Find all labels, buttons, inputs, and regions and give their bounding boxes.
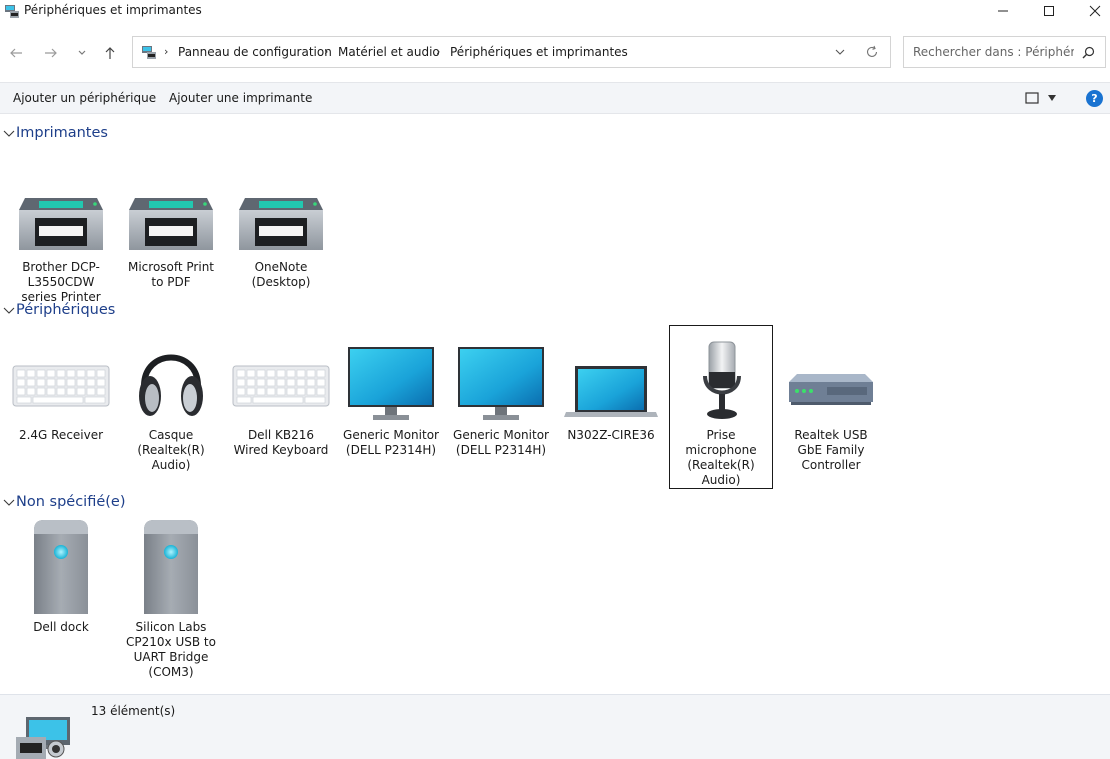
navigation-bar: › Panneau de configuration › Matériel et… <box>0 26 1110 82</box>
device-item-keyboard[interactable]: Dell KB216 Wired Keyboard <box>229 326 333 458</box>
device-tower-icon <box>144 520 198 614</box>
device-label: Realtek USB GbE Family Controller <box>794 428 868 472</box>
arrow-up-icon <box>105 47 115 59</box>
group-header-printers[interactable]: Imprimantes <box>0 122 108 144</box>
devices-printers-icon <box>16 717 70 759</box>
breadcrumb-hardware-sound[interactable]: Matériel et audio <box>338 45 440 59</box>
group-title: Non spécifié(e) <box>16 494 126 510</box>
breadcrumb-control-panel[interactable]: Panneau de configuration <box>178 45 332 59</box>
chevron-down-icon[interactable] <box>833 45 847 59</box>
device-label: N302Z-CIRE36 <box>567 428 655 442</box>
back-button[interactable] <box>5 42 27 64</box>
printer-icon <box>129 198 213 250</box>
network-adapter-icon <box>789 374 873 405</box>
command-bar: Ajouter un périphérique Ajouter une impr… <box>0 82 1110 114</box>
minimize-button[interactable] <box>980 0 1026 22</box>
monitor-icon <box>348 347 434 420</box>
item-count: 13 élément(s) <box>91 704 176 718</box>
search-icon[interactable] <box>1082 46 1095 59</box>
device-item-headphones[interactable]: Casque (Realtek(R) Audio) <box>119 326 223 473</box>
maximize-icon <box>1044 6 1054 16</box>
printer-icon <box>239 198 323 250</box>
search-input[interactable] <box>904 37 1074 67</box>
help-icon[interactable]: ? <box>1086 90 1103 107</box>
keyboard-icon <box>232 365 330 407</box>
group-title: Imprimantes <box>16 125 108 141</box>
device-label: Dell dock <box>33 620 89 634</box>
device-item-monitor[interactable]: Generic Monitor (DELL P2314H) <box>449 326 553 458</box>
microphone-icon <box>703 341 741 419</box>
breadcrumb-separator-icon: › <box>436 45 441 58</box>
devices-printers-icon <box>5 5 19 18</box>
device-item-printer[interactable]: Brother DCP-L3550CDW series Printer <box>9 158 113 305</box>
close-icon <box>1089 5 1101 17</box>
close-button[interactable] <box>1072 0 1110 22</box>
devices-printers-icon <box>142 46 156 59</box>
refresh-icon[interactable] <box>865 45 879 59</box>
window-title: Périphériques et imprimantes <box>24 3 202 17</box>
device-label: Microsoft Print to PDF <box>127 260 215 289</box>
caret-down-icon[interactable] <box>1047 94 1057 102</box>
device-item-printer[interactable]: Microsoft Print to PDF <box>119 158 223 290</box>
group-header-devices[interactable]: Périphériques <box>0 299 115 321</box>
maximize-button[interactable] <box>1026 0 1072 22</box>
group-title: Périphériques <box>16 302 116 318</box>
device-item-unspecified[interactable]: Silicon Labs CP210x USB to UART Bridge (… <box>119 518 223 680</box>
arrow-right-icon <box>45 48 57 58</box>
laptop-icon <box>564 366 658 417</box>
device-label: Generic Monitor (DELL P2314H) <box>453 428 549 457</box>
chevron-down-icon <box>3 499 15 506</box>
device-item-printer[interactable]: OneNote (Desktop) <box>229 158 333 290</box>
headphones-icon <box>139 354 203 416</box>
view-options-icon[interactable] <box>1025 92 1039 104</box>
device-tower-icon <box>34 520 88 614</box>
device-item-laptop[interactable]: N302Z-CIRE36 <box>559 326 663 443</box>
group-header-unspecified[interactable]: Non spécifié(e) <box>0 491 126 513</box>
printer-icon <box>19 198 103 250</box>
forward-button[interactable] <box>40 42 62 64</box>
device-label: Prise microphone (Realtek(R) Audio) <box>685 428 757 487</box>
chevron-down-icon <box>3 130 15 137</box>
title-bar: Périphériques et imprimantes <box>0 0 1110 26</box>
device-label: Dell KB216 Wired Keyboard <box>233 428 329 457</box>
arrow-left-icon <box>10 48 22 58</box>
device-label: Silicon Labs CP210x USB to UART Bridge (… <box>126 620 216 679</box>
status-bar: 13 élément(s) <box>0 694 1110 759</box>
device-list: Imprimantes Brother DCP-L3550CDW series … <box>0 114 1110 694</box>
device-label: OneNote (Desktop) <box>251 260 311 289</box>
breadcrumb-separator-icon: › <box>324 45 329 58</box>
breadcrumb-devices-printers[interactable]: Périphériques et imprimantes <box>450 45 628 59</box>
add-device-button[interactable]: Ajouter un périphérique <box>13 91 156 105</box>
device-label: Generic Monitor (DELL P2314H) <box>343 428 439 457</box>
chevron-down-icon <box>78 50 86 55</box>
device-item-monitor[interactable]: Generic Monitor (DELL P2314H) <box>339 326 443 458</box>
device-label: 2.4G Receiver <box>18 428 104 442</box>
recent-locations-button[interactable] <box>71 42 93 64</box>
keyboard-icon <box>12 365 110 407</box>
minimize-icon <box>998 10 1008 12</box>
add-printer-button[interactable]: Ajouter une imprimante <box>169 91 312 105</box>
chevron-down-icon <box>3 307 15 314</box>
address-bar[interactable]: › Panneau de configuration › Matériel et… <box>132 36 891 68</box>
device-item-network-adapter[interactable]: Realtek USB GbE Family Controller <box>779 326 883 473</box>
up-button[interactable] <box>99 42 121 64</box>
breadcrumb-separator-icon: › <box>164 45 169 58</box>
device-item-keyboard[interactable]: 2.4G Receiver <box>9 326 113 443</box>
search-box[interactable] <box>903 36 1106 68</box>
device-item-microphone[interactable]: Prise microphone (Realtek(R) Audio) <box>669 325 773 489</box>
monitor-icon <box>458 347 544 420</box>
device-label: Casque (Realtek(R) Audio) <box>137 428 205 472</box>
device-item-unspecified[interactable]: Dell dock <box>9 518 113 635</box>
